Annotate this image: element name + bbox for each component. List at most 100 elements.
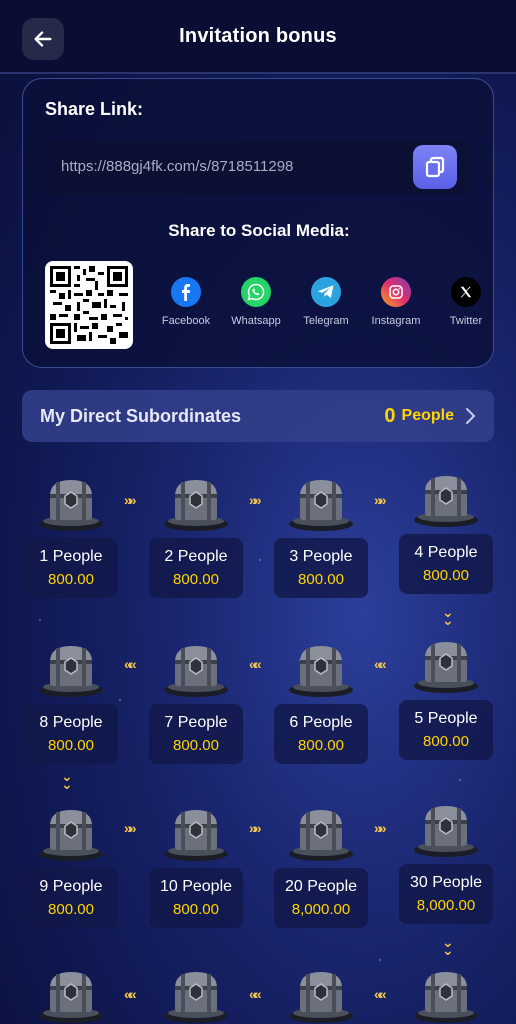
reward-info: 20 People 8,000.00 <box>274 868 368 928</box>
arrow-right-icon: »» <box>124 492 136 508</box>
reward-info: 10 People 800.00 <box>149 868 243 928</box>
treasure-chest-icon <box>289 646 353 697</box>
reward-people: 9 People <box>39 878 103 895</box>
instagram-icon <box>381 277 411 307</box>
top-bar: Invitation bonus <box>0 0 516 74</box>
arrow-down-icon: ⌄ ⌄ <box>442 934 454 958</box>
reward-amount: 800.00 <box>423 567 469 584</box>
whatsapp-label: Whatsapp <box>231 315 281 327</box>
reward-info: 9 People 800.00 <box>24 868 118 928</box>
reward-info: 8 People 800.00 <box>24 704 118 764</box>
facebook-label: Facebook <box>161 315 211 327</box>
back-button[interactable] <box>22 18 64 60</box>
reward-info: 5 People 800.00 <box>399 700 493 760</box>
reward-amount: 800.00 <box>298 571 344 588</box>
reward-people: 1 People <box>39 548 103 565</box>
share-instagram[interactable]: Instagram <box>361 277 431 327</box>
reward-step-9[interactable]: 9 People 800.00 <box>24 804 118 928</box>
telegram-icon <box>311 277 341 307</box>
reward-amount: 800.00 <box>298 737 344 754</box>
reward-step-1[interactable]: 1 People 800.00 <box>24 474 118 598</box>
reward-people: 20 People <box>284 878 358 895</box>
reward-chest-partial[interactable] <box>274 966 368 1024</box>
arrow-left-icon: «« <box>124 656 136 672</box>
reward-amount: 800.00 <box>48 571 94 588</box>
reward-people: 5 People <box>414 710 478 727</box>
arrow-left-icon <box>34 31 52 47</box>
reward-chest-partial[interactable] <box>399 966 493 1024</box>
treasure-chest-icon <box>289 972 353 1023</box>
reward-people: 3 People <box>289 548 353 565</box>
copy-icon <box>425 156 445 178</box>
reward-step-12[interactable]: 30 People 8,000.00 <box>399 800 493 924</box>
arrow-left-icon: «« <box>249 986 261 1002</box>
social-share-list: Facebook Whatsapp Telegram Instagram Twi… <box>151 277 501 327</box>
twitter-label: Twitter <box>449 315 483 327</box>
reward-amount: 8,000.00 <box>291 901 351 918</box>
reward-step-7[interactable]: 7 People 800.00 <box>149 640 243 764</box>
reward-step-6[interactable]: 6 People 800.00 <box>274 640 368 764</box>
reward-info: 1 People 800.00 <box>24 538 118 598</box>
treasure-chest-icon <box>39 810 103 861</box>
page-title: Invitation bonus <box>179 24 337 47</box>
reward-info: 7 People 800.00 <box>149 704 243 764</box>
reward-people: 7 People <box>164 714 228 731</box>
subordinates-unit: People <box>401 407 454 424</box>
copy-link-button[interactable] <box>413 145 457 189</box>
treasure-chest-icon <box>414 972 478 1023</box>
share-link-title: Share Link: <box>45 99 144 119</box>
arrow-right-icon: »» <box>374 492 386 508</box>
reward-step-4[interactable]: 4 People 800.00 <box>399 470 493 594</box>
reward-people: 2 People <box>164 548 228 565</box>
treasure-chest-icon <box>289 480 353 531</box>
reward-step-3[interactable]: 3 People 800.00 <box>274 474 368 598</box>
arrow-left-icon: «« <box>124 986 136 1002</box>
subordinates-label: My Direct Subordinates <box>40 405 242 426</box>
treasure-chest-icon <box>164 810 228 861</box>
share-link-field[interactable]: https://888gj4fk.com/s/8718511298 <box>43 139 471 195</box>
arrow-down-icon: ⌄ ⌄ <box>61 768 73 792</box>
treasure-chest-icon <box>164 972 228 1023</box>
share-social-title: Share to Social Media: <box>168 221 350 240</box>
share-telegram[interactable]: Telegram <box>291 277 361 327</box>
share-facebook[interactable]: Facebook <box>151 277 221 327</box>
reward-amount: 800.00 <box>423 733 469 750</box>
treasure-chest-icon <box>289 810 353 861</box>
treasure-chest-icon <box>39 646 103 697</box>
qr-code <box>45 261 133 349</box>
share-whatsapp[interactable]: Whatsapp <box>221 277 291 327</box>
arrow-left-icon: «« <box>374 656 386 672</box>
arrow-left-icon: «« <box>249 656 261 672</box>
telegram-label: Telegram <box>303 315 349 327</box>
reward-info: 2 People 800.00 <box>149 538 243 598</box>
reward-info: 6 People 800.00 <box>274 704 368 764</box>
subordinates-count: 0 <box>384 404 396 427</box>
treasure-chest-icon <box>414 476 478 527</box>
share-card: Share Link: https://888gj4fk.com/s/87185… <box>22 78 494 368</box>
reward-info: 4 People 800.00 <box>399 534 493 594</box>
share-twitter[interactable]: Twitter <box>431 277 501 327</box>
reward-step-5[interactable]: 5 People 800.00 <box>399 636 493 760</box>
reward-chest-partial[interactable] <box>24 966 118 1024</box>
reward-people: 6 People <box>289 714 353 731</box>
arrow-down-icon: ⌄ ⌄ <box>442 604 454 628</box>
qr-code-icon <box>50 266 128 344</box>
chevron-right-icon <box>466 408 476 424</box>
reward-amount: 800.00 <box>48 737 94 754</box>
reward-step-8[interactable]: 8 People 800.00 <box>24 640 118 764</box>
arrow-left-icon: «« <box>374 986 386 1002</box>
direct-subordinates-row[interactable]: My Direct Subordinates 0 People <box>22 390 494 442</box>
reward-step-11[interactable]: 20 People 8,000.00 <box>274 804 368 928</box>
treasure-chest-icon <box>39 480 103 531</box>
reward-step-2[interactable]: 2 People 800.00 <box>149 474 243 598</box>
share-link-text: https://888gj4fk.com/s/8718511298 <box>61 158 294 175</box>
reward-info: 30 People 8,000.00 <box>399 864 493 924</box>
arrow-right-icon: »» <box>374 820 386 836</box>
treasure-chest-icon <box>414 642 478 693</box>
reward-step-10[interactable]: 10 People 800.00 <box>149 804 243 928</box>
reward-chest-partial[interactable] <box>149 966 243 1024</box>
reward-amount: 8,000.00 <box>416 897 476 914</box>
arrow-right-icon: »» <box>124 820 136 836</box>
reward-amount: 800.00 <box>173 901 219 918</box>
reward-people: 10 People <box>159 878 233 895</box>
